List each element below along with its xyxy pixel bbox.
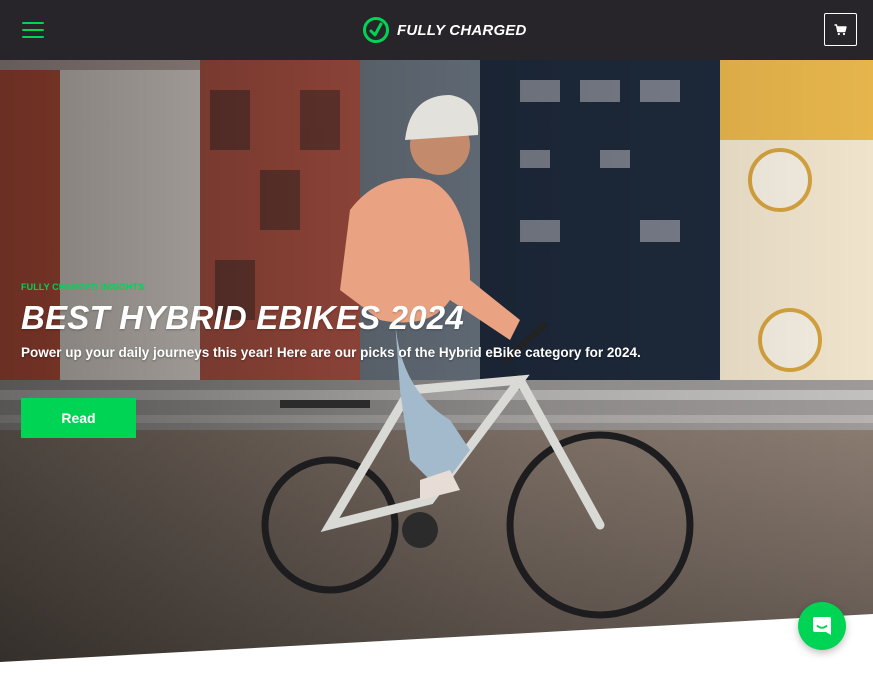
hero-eyebrow: FULLY CHARGED INSIGHTS	[21, 282, 145, 292]
site-logo[interactable]: FULLY CHARGED	[362, 16, 527, 44]
hero-section: FULLY CHARGED INSIGHTS BEST HYBRID EBIKE…	[0, 60, 873, 676]
chat-launcher-button[interactable]	[798, 602, 846, 650]
hero-background-photo	[0, 60, 873, 676]
menu-line	[22, 22, 44, 24]
menu-line	[22, 29, 44, 31]
hero-content: FULLY CHARGED INSIGHTS BEST HYBRID EBIKE…	[21, 282, 781, 438]
cart-button[interactable]	[824, 13, 857, 46]
chat-bubble-icon	[813, 617, 831, 635]
hero-subtitle: Power up your daily journeys this year! …	[21, 345, 641, 360]
read-button[interactable]: Read	[21, 398, 136, 438]
shopping-cart-icon	[834, 23, 847, 35]
menu-line	[22, 36, 44, 38]
hero-title: BEST HYBRID EBIKES 2024	[21, 299, 464, 336]
page: FULLY CHARGED FULLY CHARGED INSIGHTS BES…	[0, 0, 873, 676]
hamburger-menu-button[interactable]	[22, 19, 46, 41]
logo-text: FULLY CHARGED	[397, 21, 527, 39]
site-header: FULLY CHARGED	[0, 0, 873, 60]
charge-logo-icon	[363, 17, 389, 43]
